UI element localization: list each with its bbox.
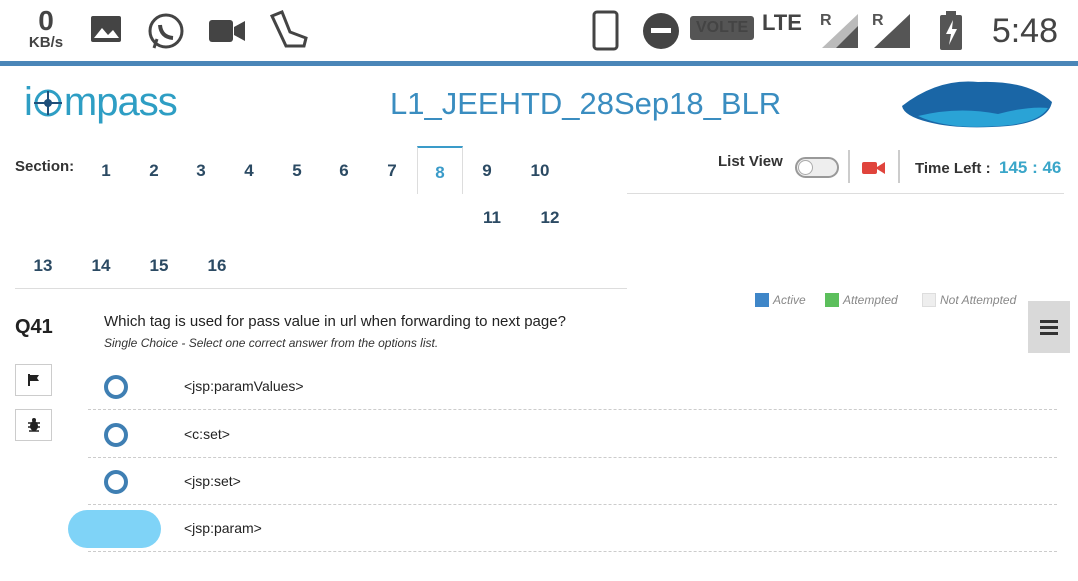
shoe-icon: [269, 10, 308, 48]
brand-wave-logo: [902, 81, 1052, 128]
section-tab-6[interactable]: 6: [324, 161, 364, 181]
annotation-scribble: [68, 510, 161, 548]
speed-unit: KB/s: [28, 34, 64, 51]
option-row-1[interactable]: <jsp:paramValues>: [88, 363, 1057, 410]
speed-value: 0: [38, 5, 54, 36]
section-tab-12[interactable]: 12: [530, 208, 570, 228]
section-tab-5[interactable]: 5: [277, 161, 317, 181]
legend-attempted-label: Attempted: [843, 293, 898, 307]
not-attempted-swatch: [922, 293, 936, 307]
do-not-disturb-icon: [643, 13, 679, 49]
option-row-2[interactable]: <c:set>: [88, 411, 1057, 458]
section-tab-15[interactable]: 15: [139, 256, 179, 276]
legend-attempted: Attempted: [825, 293, 898, 307]
option-radio-2[interactable]: [104, 423, 128, 447]
section-tab-3[interactable]: 3: [181, 161, 221, 181]
android-status-bar: 0 KB/s VOLTE LTE R R 5:48: [0, 0, 1078, 62]
video-camera-icon[interactable]: [862, 160, 886, 176]
question-text: Which tag is used for pass value in url …: [104, 313, 566, 330]
clock: 5:48: [991, 12, 1058, 50]
legend-not-attempted-label: Not Attempted: [940, 293, 1017, 307]
signal-icon-2: [874, 14, 910, 48]
attempted-swatch: [825, 293, 839, 307]
divider: [898, 150, 900, 183]
option-text-2: <c:set>: [184, 426, 230, 442]
signal-icon-1: [822, 14, 858, 48]
toggle-knob: [798, 160, 813, 175]
video-icon: [209, 20, 245, 42]
section-tab-11[interactable]: 11: [472, 208, 512, 228]
battery-charging-icon: [940, 11, 962, 50]
logo-text-post: mpass: [63, 80, 178, 124]
active-swatch: [755, 293, 769, 307]
list-view-toggle[interactable]: [795, 157, 839, 178]
section-tab-16[interactable]: 16: [197, 256, 237, 276]
section-tab-7[interactable]: 7: [372, 161, 412, 181]
section-tab-8[interactable]: 8: [420, 163, 460, 183]
option-radio-3[interactable]: [104, 470, 128, 494]
logo-text-pre: i: [24, 80, 33, 124]
section-divider: [627, 193, 1064, 194]
question-instruction: Single Choice - Select one correct answe…: [104, 336, 439, 350]
volte-badge: VOLTE: [690, 16, 755, 40]
section-tab-1[interactable]: 1: [86, 161, 126, 181]
section-tab-13[interactable]: 13: [23, 256, 63, 276]
option-text-4: <jsp:param>: [184, 520, 262, 536]
bug-icon: [27, 418, 40, 432]
section-tab-9[interactable]: 9: [467, 161, 507, 181]
phone-icon: [592, 10, 619, 51]
section-divider-bottom: [15, 288, 627, 289]
report-bug-button[interactable]: [15, 409, 52, 441]
header-accent-line: [0, 61, 1078, 66]
time-left-value: 145 : 46: [999, 158, 1062, 177]
section-tab-4[interactable]: 4: [229, 161, 269, 181]
section-tab-10[interactable]: 10: [520, 161, 560, 181]
section-tab-14[interactable]: 14: [81, 256, 121, 276]
legend-not-attempted: Not Attempted: [922, 293, 1016, 307]
flag-icon: [27, 374, 39, 386]
option-text-1: <jsp:paramValues>: [184, 378, 304, 394]
question-number: Q41: [15, 316, 53, 338]
list-view-label: List View: [718, 153, 783, 170]
compass-icon: [33, 89, 62, 117]
lte-label: LTE: [762, 10, 802, 35]
divider: [848, 150, 850, 183]
icompass-logo: i mpass: [24, 80, 178, 125]
question-palette-button[interactable]: [1028, 301, 1070, 353]
whatsapp-icon: [148, 13, 184, 49]
option-radio-1[interactable]: [104, 375, 128, 399]
option-text-3: <jsp:set>: [184, 473, 241, 489]
network-speed: 0 KB/s: [22, 5, 70, 52]
legend-active: Active: [755, 293, 806, 307]
option-row-4[interactable]: <jsp:param>: [88, 505, 1057, 552]
flag-button[interactable]: [15, 364, 52, 396]
time-left-label: Time Left :: [915, 160, 991, 177]
section-tab-2[interactable]: 2: [134, 161, 174, 181]
gallery-icon: [91, 16, 121, 42]
exam-title: L1_JEEHTD_28Sep18_BLR: [390, 86, 782, 121]
section-label: Section:: [15, 158, 75, 175]
legend-active-label: Active: [773, 293, 806, 307]
option-row-3[interactable]: <jsp:set>: [88, 458, 1057, 505]
